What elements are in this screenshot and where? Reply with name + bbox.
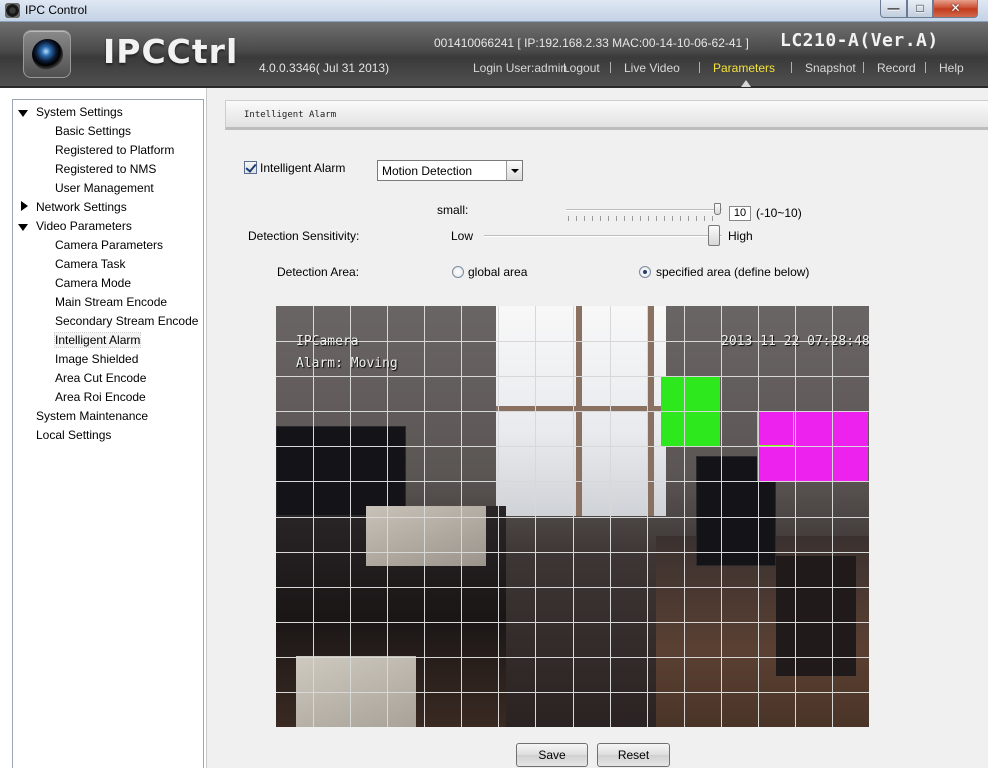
device-info: 001410066241 [ IP:192.168.2.33 MAC:00-14… [434, 36, 749, 50]
tree-group-local-settings[interactable]: Local Settings [36, 428, 111, 442]
expand-arrow-icon[interactable] [18, 224, 28, 231]
tree-item-intelligent-alarm[interactable]: Intelligent Alarm [53, 332, 142, 348]
window-title: IPC Control [25, 3, 88, 17]
section-header: Intelligent Alarm [225, 100, 988, 130]
tree-group-video-parameters[interactable]: Video Parameters [36, 219, 132, 233]
sensitivity-label: Detection Sensitivity: [248, 229, 360, 243]
small-slider-track[interactable] [566, 209, 722, 211]
content-panel: Intelligent Alarm Intelligent Alarm Moti… [206, 88, 988, 768]
tree-item-area-roi-encode[interactable]: Area Roi Encode [55, 390, 146, 404]
tree-item-main-stream-encode[interactable]: Main Stream Encode [55, 295, 167, 309]
tree-item-registered-nms[interactable]: Registered to NMS [55, 162, 156, 176]
nav-record[interactable]: Record [877, 61, 916, 75]
small-slider-thumb[interactable] [714, 203, 721, 215]
active-nav-indicator [741, 80, 751, 87]
nav-help[interactable]: Help [939, 61, 964, 75]
tree-group-network-settings[interactable]: Network Settings [36, 200, 127, 214]
nav-separator [610, 62, 611, 73]
reset-button[interactable]: Reset [597, 743, 670, 767]
small-slider-ticks [568, 216, 720, 221]
sensitivity-low-label: Low [451, 229, 474, 243]
tree-group-system-maintenance[interactable]: System Maintenance [36, 409, 148, 423]
tree-item-camera-mode[interactable]: Camera Mode [55, 276, 131, 290]
app-header: IPCCtrl 4.0.0.3346( Jul 31 2013) 0014100… [0, 22, 988, 88]
maximize-button[interactable]: □ [907, 0, 933, 18]
lens-icon [32, 39, 63, 70]
tree-item-label: Intelligent Alarm [53, 332, 142, 348]
collapse-arrow-icon[interactable] [21, 201, 28, 211]
expand-arrow-icon[interactable] [18, 110, 28, 117]
intelligent-alarm-checkbox[interactable] [244, 161, 257, 174]
tree-group-system-settings[interactable]: System Settings [36, 105, 123, 119]
nav-live-video[interactable]: Live Video [624, 61, 680, 75]
global-area-label: global area [468, 265, 528, 279]
tree-item-basic-settings[interactable]: Basic Settings [55, 124, 131, 138]
tree-item-user-management[interactable]: User Management [55, 181, 154, 195]
small-range-label: (-10~10) [756, 206, 802, 220]
version-label: 4.0.0.3346( Jul 31 2013) [259, 61, 390, 75]
tree-item-secondary-stream-encode[interactable]: Secondary Stream Encode [55, 314, 198, 328]
intelligent-alarm-label: Intelligent Alarm [260, 161, 346, 175]
tree-item-camera-parameters[interactable]: Camera Parameters [55, 238, 163, 252]
maximize-icon: □ [916, 1, 924, 15]
close-button[interactable]: ✕ [933, 0, 978, 18]
specified-area-label: specified area (define below) [656, 265, 810, 279]
camera-logo-icon [23, 30, 71, 78]
nav-snapshot[interactable]: Snapshot [805, 61, 856, 75]
nav-separator [791, 62, 792, 73]
specified-area-radio[interactable] [639, 266, 651, 278]
nav-separator [925, 62, 926, 73]
tree-item-registered-platform[interactable]: Registered to Platform [55, 143, 174, 157]
settings-tree: System Settings Basic Settings Registere… [12, 99, 204, 768]
brand-name: IPCCtrl [103, 32, 239, 71]
video-preview[interactable]: IPCamera Alarm: Moving 2013 11 22 07:28:… [276, 306, 869, 727]
nav-separator [699, 62, 700, 73]
save-button[interactable]: Save [516, 743, 588, 767]
window-titlebar: IPC Control — □ ✕ [0, 0, 988, 22]
global-area-radio[interactable] [452, 266, 464, 278]
sensitivity-slider-thumb[interactable] [708, 225, 720, 246]
sensitivity-slider-track[interactable] [484, 235, 722, 237]
minimize-icon: — [887, 1, 900, 15]
chevron-down-icon[interactable] [506, 161, 522, 180]
section-title: Intelligent Alarm [244, 110, 337, 120]
small-value-field[interactable]: 10 [729, 206, 751, 221]
alarm-type-select[interactable]: Motion Detection [377, 160, 523, 181]
nav-logout[interactable]: Logout [563, 61, 600, 75]
small-label: small: [437, 203, 469, 217]
alarm-type-value: Motion Detection [382, 164, 473, 178]
nav-parameters[interactable]: Parameters [713, 61, 775, 75]
detection-area-label: Detection Area: [277, 265, 360, 279]
sensitivity-high-label: High [728, 229, 753, 243]
nav-separator [863, 62, 864, 73]
detection-grid[interactable] [276, 306, 869, 727]
close-icon: ✕ [950, 1, 961, 15]
tree-item-image-shielded[interactable]: Image Shielded [55, 352, 138, 366]
minimize-button[interactable]: — [880, 0, 907, 18]
app-icon [5, 3, 20, 18]
tree-item-camera-task[interactable]: Camera Task [55, 257, 125, 271]
login-user: Login User:admin [473, 61, 568, 75]
model-label: LC210-A(Ver.A) [780, 30, 939, 51]
tree-item-area-cut-encode[interactable]: Area Cut Encode [55, 371, 146, 385]
